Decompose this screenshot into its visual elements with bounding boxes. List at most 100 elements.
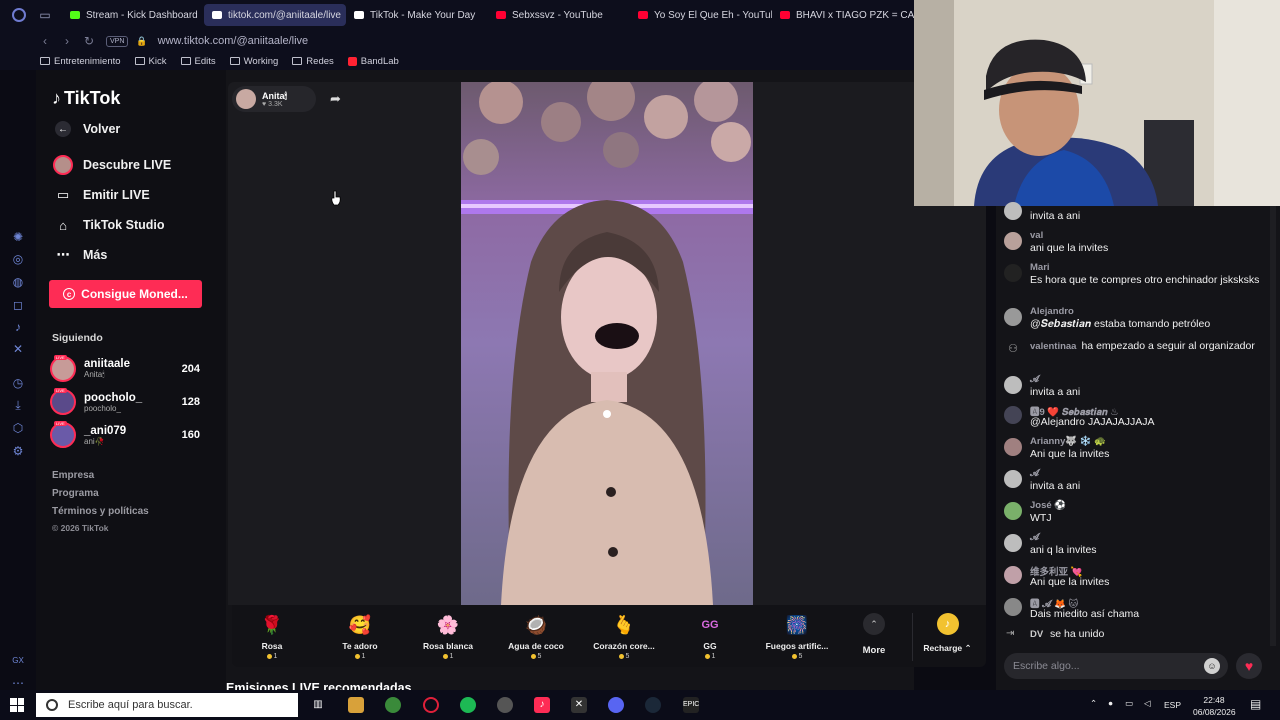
avatar[interactable] — [1004, 376, 1022, 394]
nav-back[interactable]: ← Volver — [52, 120, 120, 138]
spotify-icon[interactable] — [460, 697, 476, 713]
live-video[interactable] — [461, 82, 753, 605]
avatar[interactable] — [1004, 232, 1022, 250]
nav-discover-live[interactable]: Descubre LIVE — [52, 155, 171, 175]
vpn-badge[interactable]: VPN — [106, 35, 129, 47]
live-chat: invita a ani val ani que la invites Mari Es … — [996, 202, 1280, 690]
footer-empresa[interactable]: Empresa — [52, 470, 94, 481]
whatsapp-icon[interactable]: ◎ — [11, 252, 25, 266]
avatar[interactable] — [1004, 470, 1022, 488]
heart-icon[interactable]: ♥ — [1236, 653, 1262, 679]
avatar[interactable] — [1004, 438, 1022, 456]
reload-icon[interactable]: ↻ — [78, 34, 100, 48]
avatar[interactable] — [1004, 202, 1022, 220]
bookmark-folder[interactable]: Working — [229, 56, 278, 67]
footer-terms[interactable]: Términos y políticas — [52, 506, 149, 517]
browser-tab[interactable]: Yo Soy El Que Eh - YouTube — [630, 4, 772, 26]
nav-studio[interactable]: ⌂ TikTok Studio — [52, 216, 164, 234]
taskbar-search[interactable]: Escribe aquí para buscar. — [36, 693, 298, 717]
avatar[interactable] — [1004, 502, 1022, 520]
gifts-more-button[interactable]: ⌃ More — [856, 613, 892, 656]
bookmark-bandlab[interactable]: BandLab — [347, 56, 399, 67]
browser-tab[interactable]: tiktok.com/@aniitaale/live — [204, 4, 346, 26]
emoji-icon[interactable]: ☺ — [1204, 658, 1220, 674]
tiktok-logo[interactable]: ♪ TikTok — [52, 88, 120, 109]
avatar[interactable] — [1004, 598, 1022, 616]
chat-scrollbar[interactable] — [1270, 206, 1276, 646]
history-icon[interactable]: ◷ — [11, 376, 25, 390]
avatar[interactable] — [1004, 308, 1022, 326]
ai-icon[interactable]: ✺ — [11, 230, 25, 244]
gift-item[interactable]: 🌹 Rosa 1 — [237, 613, 307, 660]
bookmark-folder[interactable]: Redes — [292, 56, 334, 67]
gift-icon: 🌸 — [436, 615, 460, 635]
coin-icon — [354, 653, 360, 659]
gift-item[interactable]: GG GG 1 — [675, 613, 745, 660]
steam-icon[interactable] — [645, 697, 661, 713]
gift-item[interactable]: 🎆 Fuegos artific... 5 — [762, 613, 832, 660]
browser-tab[interactable]: Sebxssvz - YouTube — [488, 4, 630, 26]
forward-icon[interactable]: › — [56, 34, 78, 48]
extensions-icon[interactable]: ⬡ — [11, 421, 25, 435]
download-icon[interactable]: ⤓ — [11, 398, 25, 412]
gift-item[interactable]: 🥥 Agua de coco 5 — [501, 613, 571, 660]
obs-icon[interactable] — [497, 697, 513, 713]
language-indicator[interactable]: ESP — [1164, 700, 1181, 710]
get-coins-button[interactable]: c Consigue Moned... — [49, 280, 202, 308]
bookmark-folder[interactable]: Kick — [134, 56, 167, 67]
tab-menu-icon[interactable]: ▭ — [38, 8, 52, 22]
more-dots-icon[interactable]: ⋯ — [11, 676, 25, 690]
windows-start-icon[interactable] — [10, 698, 24, 712]
opera-gx-icon[interactable] — [423, 697, 439, 713]
volume-icon[interactable]: ◁ — [1144, 698, 1151, 709]
following-item[interactable]: LIVE _ani079 ani🥀 160 — [50, 420, 200, 450]
browser-tab[interactable]: BHAVI x TIAGO PZK = CAMBIAMOS — [772, 4, 914, 26]
x-icon[interactable]: ✕ — [11, 342, 25, 356]
host-avatar — [236, 89, 256, 109]
footer-programa[interactable]: Programa — [52, 488, 99, 499]
network-icon[interactable]: ▭ — [1125, 698, 1133, 709]
file-explorer-icon[interactable] — [348, 697, 364, 713]
opera-logo-icon[interactable] — [12, 8, 26, 22]
avatar[interactable] — [1004, 534, 1022, 552]
tiktok-icon[interactable]: ♪ — [11, 320, 25, 334]
recharge-button[interactable]: ♪ Recharge ⌃ — [912, 613, 982, 661]
tiktok-app-icon[interactable]: ♪ — [534, 697, 550, 713]
discord-app-icon[interactable] — [608, 697, 624, 713]
capcut-icon[interactable]: ✕ — [571, 697, 587, 713]
avatar[interactable] — [1004, 264, 1022, 282]
nav-more[interactable]: ⋯ Más — [52, 246, 108, 264]
address-bar: ‹ › ↻ VPN 🔒 www.tiktok.com/@aniitaale/li… — [0, 30, 914, 52]
gift-item[interactable]: 🌸 Rosa blanca 1 — [413, 613, 483, 660]
url-field[interactable]: www.tiktok.com/@aniitaale/live — [158, 35, 309, 47]
mic-icon[interactable]: ● — [1108, 698, 1113, 708]
chrome-icon[interactable] — [385, 697, 401, 713]
back-icon[interactable]: ‹ — [34, 34, 56, 48]
instagram-icon[interactable]: ◻ — [11, 298, 25, 312]
bookmark-folder[interactable]: Edits — [180, 56, 216, 67]
avatar[interactable] — [1004, 406, 1022, 424]
tray-chevron-icon[interactable]: ⌃ — [1090, 698, 1097, 709]
share-arrow-icon[interactable]: ➦ — [330, 91, 341, 107]
notifications-icon[interactable]: ▤ — [1250, 697, 1261, 711]
bookmark-folder[interactable]: Entretenimiento — [40, 56, 121, 67]
discord-icon[interactable]: ◍ — [11, 275, 25, 289]
gift-item[interactable]: 🫰 Corazón core... 5 — [589, 613, 659, 660]
browser-tab[interactable]: TikTok - Make Your Day — [346, 4, 488, 26]
gift-icon: 🌹 — [260, 615, 284, 635]
epic-games-icon[interactable]: EPIC — [683, 697, 699, 713]
following-item[interactable]: LIVE poocholo_ poocholo_ 128 — [50, 387, 200, 417]
gift-item[interactable]: 🥰 Te adoro 1 — [325, 613, 395, 660]
task-view-icon[interactable]: ▥ — [310, 697, 326, 713]
avatar[interactable] — [1004, 566, 1022, 584]
chat-input[interactable]: Escribe algo... — [1004, 653, 1228, 679]
host-profile[interactable]: Anita🕯 ♥ 3.3K — [232, 86, 316, 112]
browser-tab[interactable]: Stream - Kick Dashboard — [62, 4, 204, 26]
clock-time[interactable]: 22:48 — [1200, 695, 1228, 705]
settings-gear-icon[interactable]: ⚙ — [11, 444, 25, 458]
clock-date[interactable]: 06/08/2026 — [1193, 707, 1236, 717]
gift-bar: 🌹 Rosa 1 🥰 Te adoro 1 🌸 Rosa blanca 1 🥥 Agua de co… — [232, 605, 986, 667]
nav-go-live[interactable]: ▭ Emitir LIVE — [52, 186, 150, 204]
following-item[interactable]: LIVE aniitaale Anita🕯 204 — [50, 354, 200, 384]
gx-icon[interactable]: GX — [11, 654, 25, 668]
